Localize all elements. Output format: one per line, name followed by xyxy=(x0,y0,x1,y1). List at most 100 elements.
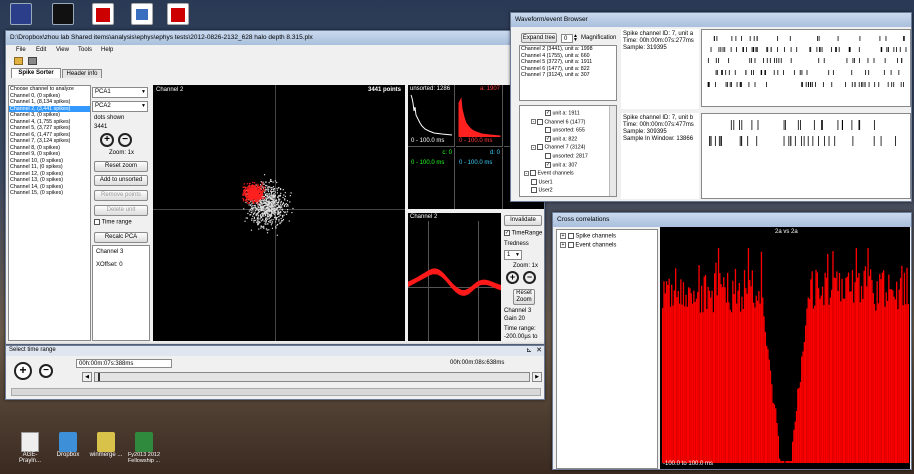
desktop-icon-dropbox[interactable]: Dropbox xyxy=(50,432,86,458)
waveform-zoom-in-icon[interactable]: + xyxy=(506,271,519,284)
pca-x-select[interactable]: PCA1 ▼ xyxy=(92,87,148,98)
ccg-bar xyxy=(831,289,833,463)
open-folder-icon[interactable] xyxy=(14,57,23,65)
document-file-icon[interactable] xyxy=(131,3,153,25)
tree-scrollbar[interactable] xyxy=(609,106,616,196)
unit-panel-unsorted[interactable]: unsorted: 1286 0 - 100.0 ms xyxy=(408,85,455,147)
menu-help[interactable]: Help xyxy=(101,47,113,53)
collapse-icon[interactable]: - xyxy=(524,170,529,176)
time-start-field[interactable]: 00h:00m:07s:388ms xyxy=(76,359,172,368)
pca-scatter-plot[interactable]: Channel 2 3441 points xyxy=(153,85,405,341)
expand-icon[interactable]: + xyxy=(560,242,566,248)
reset-zoom-waveform-button[interactable]: Reset Zoom xyxy=(513,289,535,305)
ccg-bar xyxy=(717,248,720,463)
channel-summary-list[interactable]: Channel 2 (3441), unit a: 1998 Channel 4… xyxy=(519,45,617,101)
timerange-checkbox[interactable]: ✓ TimeRange xyxy=(504,230,542,237)
tredness-select[interactable]: 1 ▼ xyxy=(504,250,522,260)
waveform-zoom-out-icon[interactable]: − xyxy=(523,271,536,284)
collapse-icon[interactable]: - xyxy=(531,119,536,125)
tree-node[interactable]: ✓ unit a: 1911 xyxy=(545,110,580,116)
invalidate-button[interactable]: Invalidate xyxy=(504,215,542,226)
remove-points-button[interactable]: Remove points xyxy=(94,190,148,201)
magnification-field[interactable]: 0 xyxy=(561,34,573,43)
checkbox-checked[interactable]: ✓ xyxy=(504,230,510,236)
crosscorr-tree[interactable]: + Spike channels + Event channels xyxy=(556,229,658,469)
tree-node[interactable]: unsorted: 2817 xyxy=(545,153,588,159)
scatter-point xyxy=(260,197,262,199)
scroll-right-button[interactable]: ▶ xyxy=(532,372,542,382)
spike-raster-top[interactable] xyxy=(701,29,911,107)
menu-edit[interactable]: Edit xyxy=(36,47,46,53)
menu-view[interactable]: View xyxy=(56,47,69,53)
channel-list-item[interactable]: Channel 15, (0 spikes) xyxy=(9,190,90,197)
channel-list[interactable]: Choose channel to analyze Channel 0, (0 … xyxy=(8,85,91,341)
zoom-out-icon[interactable]: − xyxy=(118,133,132,147)
scatter-point xyxy=(254,211,256,213)
pin-icon[interactable]: ⊾ xyxy=(526,346,532,354)
tree-node[interactable]: - Event channels xyxy=(524,170,574,177)
checkbox[interactable] xyxy=(94,219,100,225)
checkbox[interactable] xyxy=(567,233,574,239)
pdf-file-icon-2[interactable] xyxy=(167,3,189,25)
collapse-icon[interactable]: - xyxy=(531,144,536,150)
scatter-point xyxy=(260,181,262,183)
scatter-point xyxy=(256,200,258,202)
horizontal-scrollbar[interactable] xyxy=(11,388,541,396)
scatter-point xyxy=(262,207,264,209)
unit-panel-c[interactable]: c: 0 0 - 100.0 ms xyxy=(408,148,455,209)
tree-node[interactable]: User1 xyxy=(531,178,553,185)
slider-thumb[interactable] xyxy=(98,373,100,381)
tab-header-info[interactable]: Header info xyxy=(62,69,102,78)
ccg-bar xyxy=(892,290,894,463)
tree-node[interactable]: unsorted: 655 xyxy=(545,127,585,134)
tree-node-spike-channels[interactable]: + Spike channels xyxy=(560,233,616,240)
spike-raster-bottom[interactable] xyxy=(701,113,911,199)
waveform-plot[interactable]: Channel 2 xyxy=(408,213,501,341)
tools-icon[interactable] xyxy=(28,57,37,65)
delete-unit-button[interactable]: Delete unit xyxy=(94,205,148,216)
scatter-point xyxy=(262,189,264,191)
ccg-bar xyxy=(827,253,829,463)
tab-spike-sorter[interactable]: Spike Sorter xyxy=(11,68,61,78)
expand-icon[interactable]: + xyxy=(560,233,566,239)
add-to-unsorted-button[interactable]: Add to unsorted xyxy=(94,175,148,186)
scatter-point xyxy=(273,205,275,207)
pdf-file-icon[interactable] xyxy=(92,3,114,25)
tree-node[interactable]: - Channel 7 (3124) xyxy=(531,144,585,151)
menu-tools[interactable]: Tools xyxy=(78,47,92,53)
desktop-icon-age[interactable]: AGE-Prayln... xyxy=(12,432,48,464)
recalc-pca-button[interactable]: Recalc PCA xyxy=(94,232,148,243)
scroll-left-button[interactable]: ◀ xyxy=(82,372,92,382)
scatter-point xyxy=(254,186,256,188)
expand-tree-button[interactable]: Expand tree xyxy=(521,33,557,43)
pca-y-select[interactable]: PCA2 ▼ xyxy=(92,101,148,112)
time-zoom-out-icon[interactable]: − xyxy=(39,364,53,378)
scatter-point xyxy=(269,219,271,222)
time-range-slider[interactable] xyxy=(94,372,530,382)
tree-node[interactable]: User2 xyxy=(531,187,553,194)
scatter-point xyxy=(261,182,263,184)
unit-panel-a[interactable]: a: 1907 0 - 100.0 ms xyxy=(456,85,503,147)
unit-tree[interactable]: ✓ unit a: 1911 - Channel 6 (1477) unsorte… xyxy=(519,105,617,197)
menu-file[interactable]: File xyxy=(16,47,26,53)
reset-zoom-button[interactable]: Reset zoom xyxy=(94,161,148,172)
tree-node[interactable]: ✓ unit a: 822 xyxy=(545,135,577,142)
tree-node[interactable]: - Channel 6 (1477) xyxy=(531,118,585,125)
zoom-in-icon[interactable]: + xyxy=(100,133,114,147)
ccg-bar xyxy=(899,277,902,463)
tree-node[interactable]: ✓ unit a: 307 xyxy=(545,161,577,168)
crosscorr-plot[interactable]: 2a vs 2a -100.0 to 100.0 ms xyxy=(660,227,910,469)
close-icon[interactable]: ✕ xyxy=(536,346,542,354)
tree-node-event-channels[interactable]: + Event channels xyxy=(560,242,616,249)
checkbox[interactable] xyxy=(567,242,574,248)
unit-panel-d[interactable]: d: 0 0 - 100.0 ms xyxy=(456,148,503,209)
app-icon-terminal[interactable] xyxy=(52,3,74,25)
magnification-spin-icon[interactable]: ▲ ▼ xyxy=(573,34,578,43)
desktop-icon-winmerge[interactable]: winmerge ... xyxy=(88,432,124,458)
time-range-checkbox[interactable]: Time range xyxy=(94,219,132,226)
scatter-point xyxy=(246,183,248,185)
app-icon-grid[interactable] xyxy=(10,3,32,25)
list-item[interactable]: Channel 7 (3124), unit a: 307 xyxy=(520,72,616,79)
desktop-icon-fellowship[interactable]: Fy2013 2012 Fellowship ... xyxy=(126,432,162,464)
time-zoom-in-icon[interactable]: + xyxy=(14,362,32,380)
